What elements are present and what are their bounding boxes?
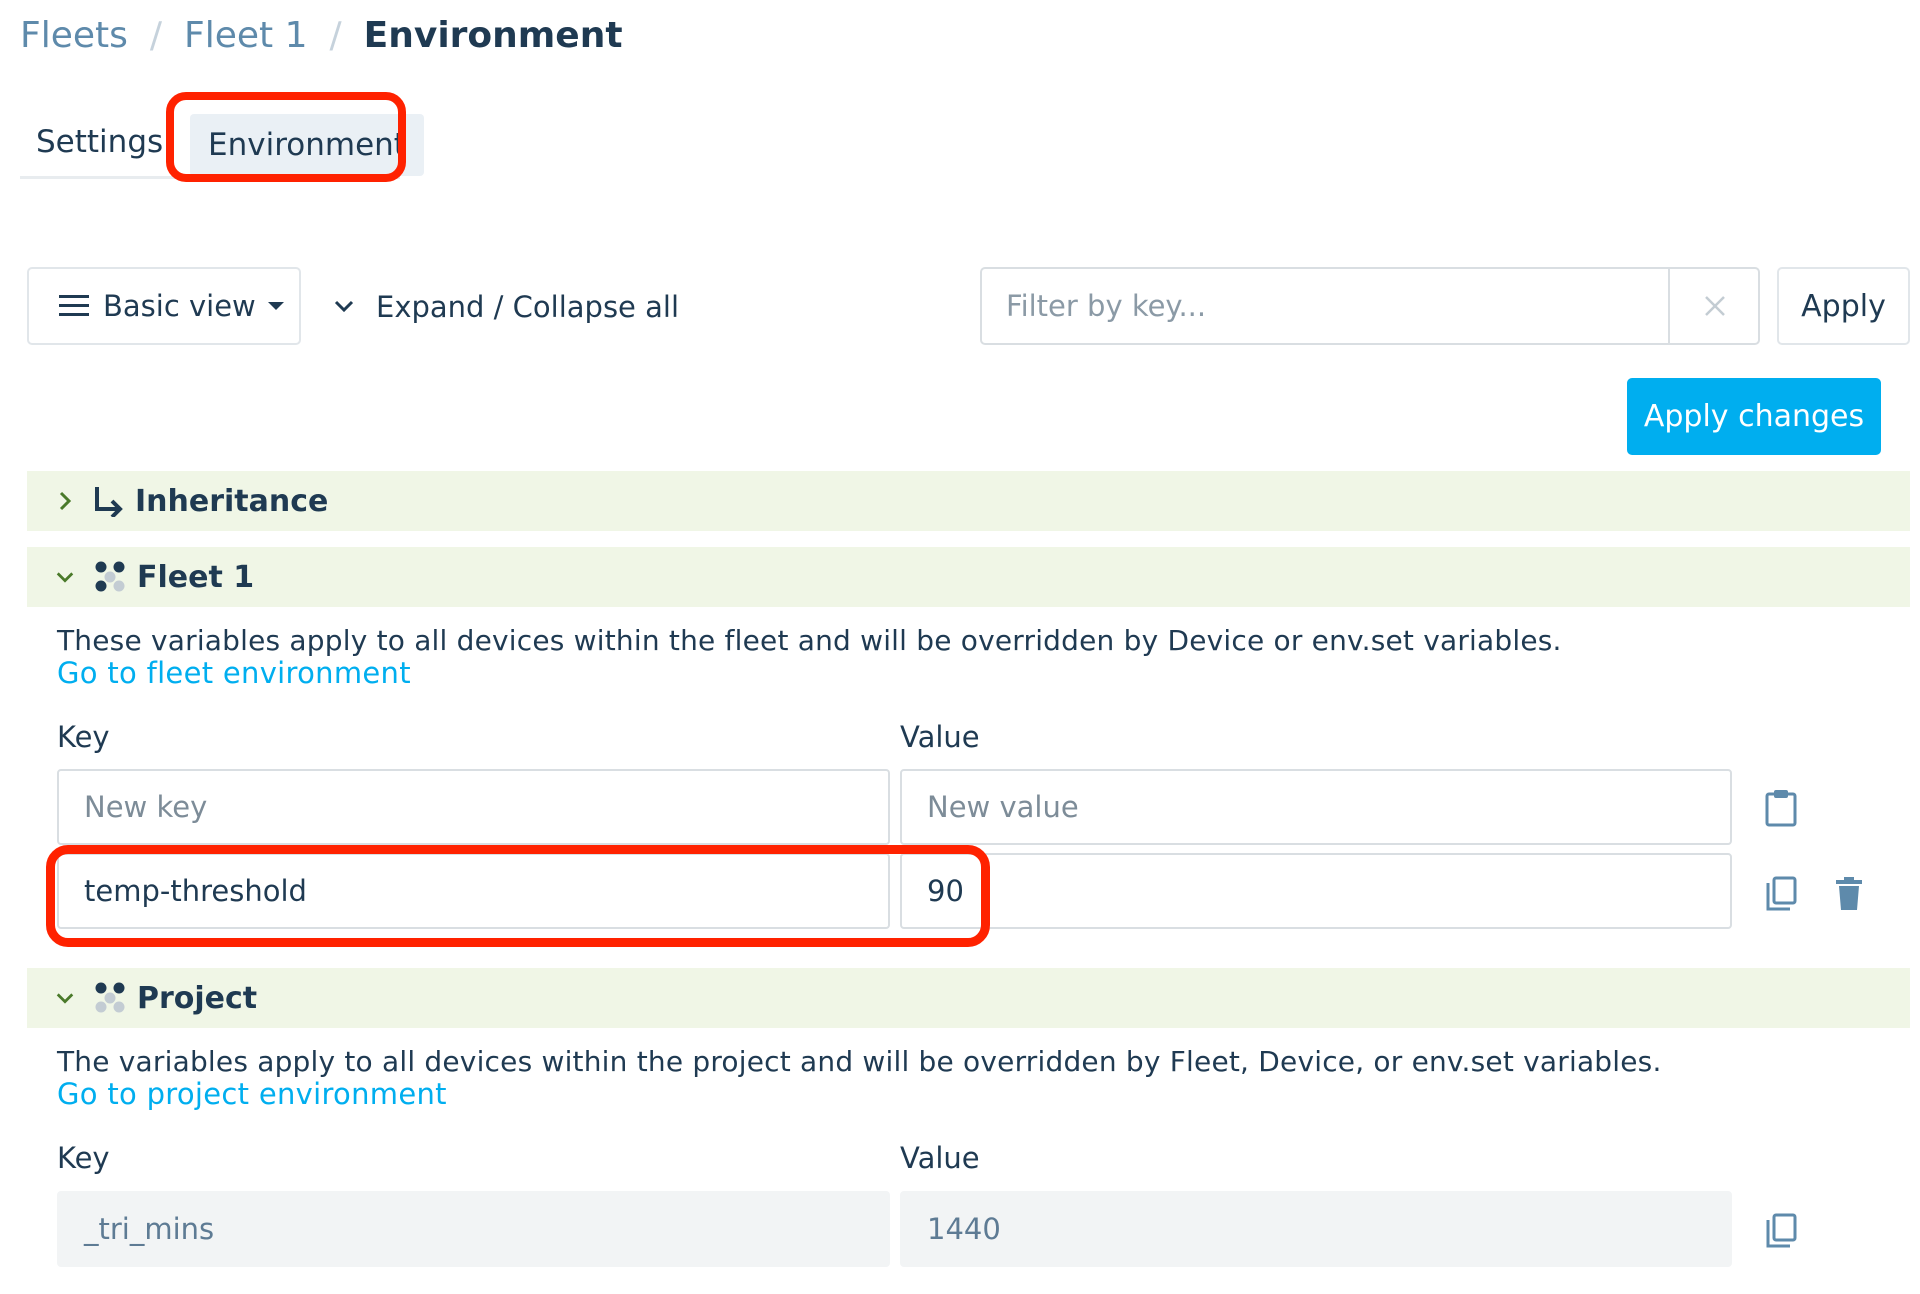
view-mode-dropdown[interactable]: Basic view (27, 267, 301, 345)
breadcrumb-separator: / (329, 14, 342, 56)
fleet-description: These variables apply to all devices wit… (57, 624, 1562, 657)
breadcrumb: Fleets / Fleet 1 / Environment (20, 8, 623, 62)
new-value-input[interactable]: New value (900, 769, 1732, 845)
chevron-down-icon (55, 570, 75, 584)
close-icon (1705, 296, 1725, 316)
section-header-project[interactable]: Project (27, 968, 1910, 1028)
project-dots-icon (93, 981, 127, 1015)
section-title-inheritance: Inheritance (135, 483, 329, 519)
breadcrumb-fleet-link[interactable]: Fleet 1 (184, 15, 307, 56)
expand-collapse-all-button[interactable]: Expand / Collapse all (334, 270, 679, 344)
fleet-environment-link[interactable]: Go to fleet environment (57, 656, 411, 690)
chevron-right-icon (55, 490, 75, 512)
clear-filter-button[interactable] (1668, 269, 1760, 343)
variable-value-field[interactable]: 90 (900, 853, 1732, 929)
project-key-column-label: Key (57, 1141, 110, 1175)
breadcrumb-fleets-link[interactable]: Fleets (20, 15, 128, 56)
section-header-fleet[interactable]: Fleet 1 (27, 547, 1910, 607)
fleet-dots-icon (93, 560, 127, 594)
inheritance-arrow-icon (93, 485, 125, 517)
project-variable-value-field: 1440 (900, 1191, 1732, 1267)
project-description: The variables apply to all devices withi… (57, 1045, 1662, 1078)
chevron-down-icon (55, 991, 75, 1005)
filter-input[interactable] (982, 269, 1668, 343)
new-key-input[interactable]: New key (57, 769, 890, 845)
breadcrumb-separator: / (149, 14, 163, 56)
expand-collapse-label: Expand / Collapse all (376, 290, 679, 324)
project-value-column-label: Value (900, 1141, 980, 1175)
menu-icon (59, 295, 89, 317)
paste-button[interactable] (1756, 783, 1806, 833)
copy-variable-button[interactable] (1756, 869, 1806, 919)
copy-project-variable-button[interactable] (1756, 1206, 1806, 1256)
apply-filter-button[interactable]: Apply (1777, 267, 1910, 345)
filter-by-key-field (980, 267, 1760, 345)
copy-icon (1766, 1213, 1797, 1248)
tab-settings[interactable]: Settings (36, 108, 163, 176)
tab-bar: Settings Environment (20, 108, 424, 179)
section-title-fleet: Fleet 1 (137, 559, 255, 595)
project-environment-link[interactable]: Go to project environment (57, 1077, 447, 1111)
tab-environment[interactable]: Environment (190, 114, 424, 176)
apply-changes-button[interactable]: Apply changes (1627, 378, 1881, 455)
delete-variable-button[interactable] (1824, 869, 1874, 919)
caret-down-icon (267, 302, 284, 310)
copy-icon (1766, 876, 1797, 911)
clipboard-icon (1765, 790, 1797, 827)
fleet-key-column-label: Key (57, 720, 110, 754)
chevron-down-icon (334, 300, 354, 313)
variable-key-field[interactable]: temp-threshold (57, 853, 890, 929)
fleet-value-column-label: Value (900, 720, 980, 754)
section-header-inheritance[interactable]: Inheritance (27, 471, 1910, 531)
project-variable-key-field: _tri_mins (57, 1191, 890, 1267)
page-title: Environment (363, 14, 623, 56)
section-title-project: Project (137, 980, 258, 1016)
view-mode-label: Basic view (103, 289, 256, 323)
trash-icon (1836, 877, 1862, 910)
